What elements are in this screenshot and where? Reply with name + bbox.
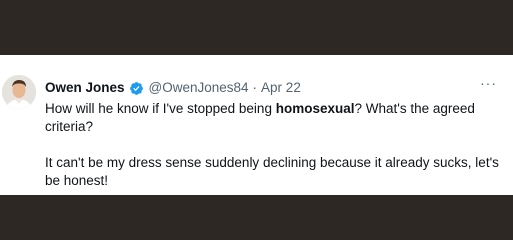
author-name[interactable]: Owen Jones: [45, 79, 125, 97]
verified-badge-icon: [129, 81, 144, 96]
tweet-date[interactable]: Apr 22: [261, 79, 301, 97]
avatar-image: [2, 75, 36, 109]
tweet-paragraph-1: How will he know if I've stopped being h…: [45, 100, 505, 136]
tweet-header: Owen Jones @OwenJones84 · Apr 22: [45, 79, 301, 97]
text-segment: How will he know if I've stopped being: [45, 101, 276, 116]
more-options-icon[interactable]: ···: [480, 76, 497, 90]
author-handle[interactable]: @OwenJones84: [149, 79, 249, 97]
tweet-card[interactable]: Owen Jones @OwenJones84 · Apr 22 ··· How…: [0, 55, 513, 195]
avatar[interactable]: [2, 75, 36, 109]
tweet-text: How will he know if I've stopped being h…: [45, 100, 505, 190]
tweet-paragraph-2: It can't be my dress sense suddenly decl…: [45, 155, 499, 188]
highlighted-word: homosexual: [275, 101, 355, 116]
separator-dot: ·: [252, 80, 258, 95]
